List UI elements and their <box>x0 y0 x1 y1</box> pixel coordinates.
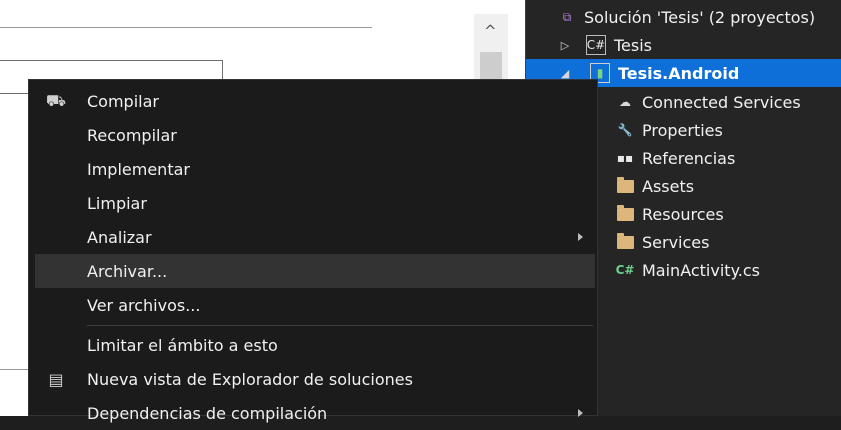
menu-item-dependencias[interactable]: Dependencias de compilación <box>35 396 595 430</box>
tree-item-tesis[interactable]: ▷ C# Tesis <box>526 31 841 59</box>
references-icon: ▪▪ <box>616 151 634 165</box>
tree-item-label: Solución 'Tesis' (2 proyectos) <box>584 7 816 27</box>
menu-item-implementar[interactable]: Implementar <box>35 152 595 186</box>
scroll-up-icon[interactable]: ^ <box>484 24 497 39</box>
menu-item-label: Nueva vista de Explorador de soluciones <box>87 369 413 389</box>
csharp-file-icon: C# <box>615 263 635 277</box>
submenu-arrow-icon <box>578 233 583 241</box>
tree-item-label: Assets <box>642 176 695 196</box>
editor-divider <box>0 27 372 28</box>
menu-item-label: Limitar el ámbito a esto <box>87 335 278 355</box>
collapse-arrow-icon[interactable]: ◢ <box>558 67 572 80</box>
tree-item-label: Resources <box>642 204 724 224</box>
csharp-project-icon: C# <box>586 35 606 55</box>
expand-arrow-icon[interactable]: ▷ <box>558 39 572 52</box>
menu-item-limpiar[interactable]: Limpiar <box>35 186 595 220</box>
folder-icon <box>616 176 634 195</box>
tree-item-label: Tesis <box>614 35 653 55</box>
new-view-icon: ▤ <box>48 369 64 389</box>
menu-separator <box>87 325 593 326</box>
menu-item-ver-archivos[interactable]: Ver archivos... <box>35 288 595 322</box>
folder-icon <box>616 232 634 251</box>
cloud-icon: ☁ <box>619 95 631 109</box>
tree-item-label: Properties <box>642 120 723 140</box>
menu-item-label: Ver archivos... <box>87 295 201 315</box>
menu-item-label: Recompilar <box>87 125 177 145</box>
menu-item-label: Archivar... <box>87 261 168 281</box>
tree-item-label: MainActivity.cs <box>642 260 760 280</box>
solution-icon: ⧉ <box>562 9 572 24</box>
tree-item-label: Referencias <box>642 148 736 168</box>
menu-item-analizar[interactable]: Analizar <box>35 220 595 254</box>
build-icon: ⛟ <box>45 90 67 110</box>
menu-item-label: Dependencias de compilación <box>87 403 328 423</box>
menu-item-limitar-ambito[interactable]: Limitar el ámbito a esto <box>35 328 595 362</box>
menu-item-archivar[interactable]: Archivar... <box>35 254 595 288</box>
menu-item-recompilar[interactable]: Recompilar <box>35 118 595 152</box>
folder-icon <box>616 204 634 223</box>
menu-item-label: Limpiar <box>87 193 147 213</box>
menu-item-label: Implementar <box>87 159 190 179</box>
wrench-icon: 🔧 <box>617 123 633 137</box>
tree-item-solution[interactable]: ⧉ Solución 'Tesis' (2 proyectos) <box>526 3 841 31</box>
menu-item-compilar[interactable]: ⛟ Compilar <box>35 84 595 118</box>
menu-item-label: Compilar <box>87 91 159 111</box>
menu-item-label: Analizar <box>87 227 152 247</box>
tree-item-label: Connected Services <box>642 92 801 112</box>
tree-item-label: Services <box>642 232 710 252</box>
tree-item-label: Tesis.Android <box>618 63 740 83</box>
context-menu: ⛟ Compilar Recompilar Implementar Limpia… <box>28 79 598 423</box>
menu-item-nueva-vista[interactable]: ▤ Nueva vista de Explorador de solucione… <box>35 362 595 396</box>
